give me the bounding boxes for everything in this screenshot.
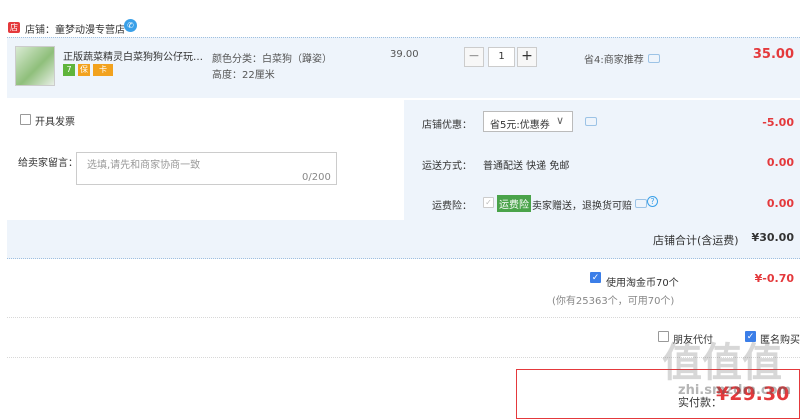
coupon-selected[interactable]: 省5元:优惠券 xyxy=(490,116,550,131)
shop-name[interactable]: 店铺：童梦动漫专营店 xyxy=(25,21,125,36)
message-placeholder: 选填,请先和商家协商一致 xyxy=(87,160,201,171)
item-total: 35.00 xyxy=(752,47,794,62)
insurance-amount: 0.00 xyxy=(766,197,794,210)
insurance-badge: 运费险 xyxy=(497,195,531,212)
message-counter: 0/200 xyxy=(302,172,331,183)
coins-detail: (你有25363个，可用70个) xyxy=(552,296,675,307)
shipping-label: 运送方式： xyxy=(422,161,472,172)
watermark-logo: 值 xyxy=(662,340,702,386)
insurance-label: 运费险： xyxy=(432,201,472,212)
coupon-info-icon[interactable] xyxy=(585,117,597,126)
sku-size: 高度：22厘米 xyxy=(212,70,275,81)
insurance-checkbox: ✓ xyxy=(483,197,494,208)
watermark-url: zhi.smzdm.com xyxy=(678,383,792,398)
watermark-logo: 值 xyxy=(742,340,782,386)
insurance-chat-icon[interactable] xyxy=(635,199,647,208)
quantity-decrease-button[interactable]: − xyxy=(464,47,484,67)
shop-icon: 店 xyxy=(8,22,20,33)
chevron-down-icon[interactable]: ∨ xyxy=(556,114,564,127)
shop-coupon-amount: -5.00 xyxy=(762,116,794,129)
coins-label[interactable]: 使用淘金币70个 xyxy=(606,274,679,289)
shipping-value: 普通配送 快递 免邮 xyxy=(483,161,570,172)
invoice-checkbox[interactable] xyxy=(20,114,31,125)
invoice-label[interactable]: 开具发票 xyxy=(35,113,75,128)
subtotal-amount: ¥30.00 xyxy=(751,231,794,244)
help-icon[interactable]: ? xyxy=(647,196,658,207)
quantity-input[interactable]: 1 xyxy=(488,47,515,67)
item-row xyxy=(7,37,800,98)
divider xyxy=(7,317,800,318)
subtotal-label: 店铺合计(含运费) xyxy=(653,234,739,247)
promo-info-icon[interactable] xyxy=(648,54,660,63)
card-icon: 卡 xyxy=(93,64,113,76)
sku-color: 颜色分类：白菜狗（蹲姿） xyxy=(212,54,332,65)
shop-coupon-label: 店铺优惠： xyxy=(422,120,472,131)
unit-price: 39.00 xyxy=(390,49,419,60)
watermark-logo: 值 xyxy=(702,340,742,386)
coins-amount: ¥-0.70 xyxy=(754,272,794,285)
message-label: 给卖家留言： xyxy=(18,158,78,169)
item-title[interactable]: 正版蔬菜精灵白菜狗狗公仔玩偶... xyxy=(63,48,205,63)
product-thumbnail[interactable] xyxy=(15,46,55,86)
shop-chat-icon[interactable]: ✆ xyxy=(124,19,137,32)
shipping-amount: 0.00 xyxy=(766,156,794,169)
guarantee-icon: 保 xyxy=(78,64,90,76)
7-day-return-icon: 7 xyxy=(63,64,75,76)
insurance-value: 卖家赠送，退换货可赔 xyxy=(532,201,632,212)
coins-checkbox[interactable]: ✓ xyxy=(590,272,601,283)
quantity-increase-button[interactable]: + xyxy=(517,47,537,67)
save-note: 省4:商家推荐 xyxy=(584,55,644,66)
